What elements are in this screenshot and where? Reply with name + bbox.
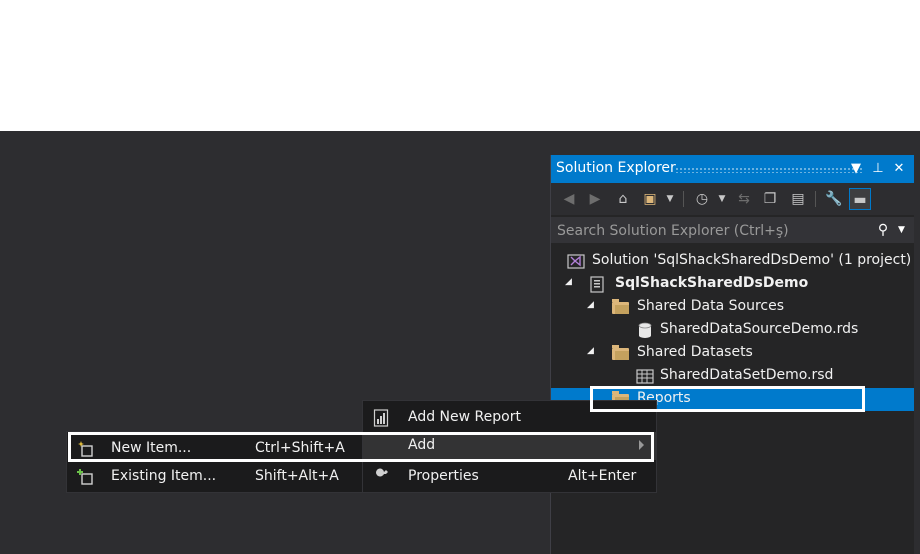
tree-item-label: Shared Datasets — [637, 344, 753, 360]
report-icon — [372, 409, 390, 427]
tree-item-label: Solution 'SqlShackSharedDsDemo' (1 proje… — [592, 252, 912, 268]
preview-icon[interactable]: ▬ — [849, 188, 871, 210]
solution-explorer-search: ⚲ ▼ — [551, 217, 914, 245]
reports-context-menu: Add New Report Add Properties Alt+Enter — [362, 400, 657, 493]
folder-icon — [612, 345, 630, 362]
sync-icon[interactable]: ⇆ — [733, 188, 755, 210]
switch-views-dropdown-icon[interactable]: ▼ — [659, 188, 681, 210]
show-all-files-icon[interactable]: ▤ — [787, 188, 809, 210]
toolbar-separator — [815, 191, 816, 207]
collapse-arrow-icon[interactable]: ◢ — [565, 277, 577, 291]
tree-item-label: Shared Data Sources — [637, 298, 784, 314]
add-submenu: New Item... Ctrl+Shift+A Existing Item..… — [66, 431, 363, 493]
menu-item-shortcut: Ctrl+Shift+A — [255, 440, 345, 456]
forward-icon[interactable]: ▶ — [584, 188, 606, 210]
menu-item-shortcut: Shift+Alt+A — [255, 468, 339, 484]
tree-item-shared-datasource-file[interactable]: SharedDataSourceDemo.rds — [551, 319, 914, 342]
window-position-dropdown-icon[interactable]: ▼ — [848, 159, 864, 179]
solution-icon — [567, 253, 585, 270]
new-item-icon — [77, 440, 95, 458]
datasource-icon — [636, 322, 654, 339]
tree-item-shared-datasets[interactable]: ◢ Shared Datasets — [551, 342, 914, 365]
search-options-dropdown-icon[interactable]: ▼ — [898, 221, 910, 239]
menu-item-label: Add New Report — [408, 409, 521, 425]
pending-changes-filter-icon[interactable]: ◷ — [691, 188, 713, 210]
project-icon — [589, 276, 607, 293]
menu-item-existing-item[interactable]: Existing Item... Shift+Alt+A — [67, 463, 362, 491]
tree-item-label: SharedDataSourceDemo.rds — [660, 321, 859, 337]
menu-item-add-new-report[interactable]: Add New Report — [363, 404, 656, 432]
pin-icon[interactable]: ⊥ — [870, 159, 886, 179]
wrench-icon — [372, 468, 390, 486]
tree-item-label: SqlShackSharedDsDemo — [615, 275, 809, 291]
tree-item-shared-data-sources[interactable]: ◢ Shared Data Sources — [551, 296, 914, 319]
existing-item-icon — [77, 468, 95, 486]
folder-icon — [612, 299, 630, 316]
menu-item-label: Existing Item... — [111, 468, 217, 484]
search-icon[interactable]: ⚲ — [874, 221, 892, 239]
filter-dropdown-icon[interactable]: ▼ — [711, 188, 733, 210]
tree-item-project[interactable]: ◢ SqlShackSharedDsDemo — [551, 273, 914, 296]
collapse-arrow-icon[interactable]: ◢ — [587, 300, 599, 314]
menu-item-shortcut: Alt+Enter — [568, 468, 637, 484]
menu-item-label: Add — [408, 437, 436, 453]
solution-explorer-toolbar: ◀ ▶ ⌂ ▣ ▼ ◷ ▼ ⇆ ❐ ▤ 🔧 ▬ — [551, 183, 914, 215]
menu-item-label: Properties — [408, 468, 479, 484]
menu-item-label: New Item... — [111, 440, 192, 456]
search-input[interactable] — [551, 217, 879, 245]
close-icon[interactable]: ✕ — [891, 159, 907, 179]
dataset-icon — [636, 368, 654, 385]
tree-item-label: SharedDataSetDemo.rsd — [660, 367, 834, 383]
solution-explorer-title-bar: Solution Explorer ▼ ⊥ ✕ — [551, 155, 914, 183]
toolbar-separator — [683, 191, 684, 207]
home-icon[interactable]: ⌂ — [612, 188, 634, 210]
switch-views-icon[interactable]: ▣ — [639, 188, 661, 210]
title-grip — [675, 167, 863, 173]
properties-icon[interactable]: 🔧 — [823, 188, 845, 210]
solution-explorer-title: Solution Explorer — [556, 160, 676, 176]
solution-explorer-panel: Solution Explorer ▼ ⊥ ✕ ◀ ▶ ⌂ ▣ ▼ ◷ ▼ ⇆ … — [550, 155, 914, 554]
tree-item-solution[interactable]: Solution 'SqlShackSharedDsDemo' (1 proje… — [551, 250, 914, 273]
menu-item-new-item[interactable]: New Item... Ctrl+Shift+A — [67, 435, 362, 463]
menu-item-add[interactable]: Add — [363, 432, 656, 460]
back-icon[interactable]: ◀ — [558, 188, 580, 210]
submenu-arrow-icon — [639, 440, 644, 450]
tree-item-shared-dataset-file[interactable]: SharedDataSetDemo.rsd — [551, 365, 914, 388]
collapse-all-icon[interactable]: ❐ — [759, 188, 781, 210]
collapse-arrow-icon[interactable]: ◢ — [587, 346, 599, 360]
menu-item-properties[interactable]: Properties Alt+Enter — [363, 463, 656, 491]
